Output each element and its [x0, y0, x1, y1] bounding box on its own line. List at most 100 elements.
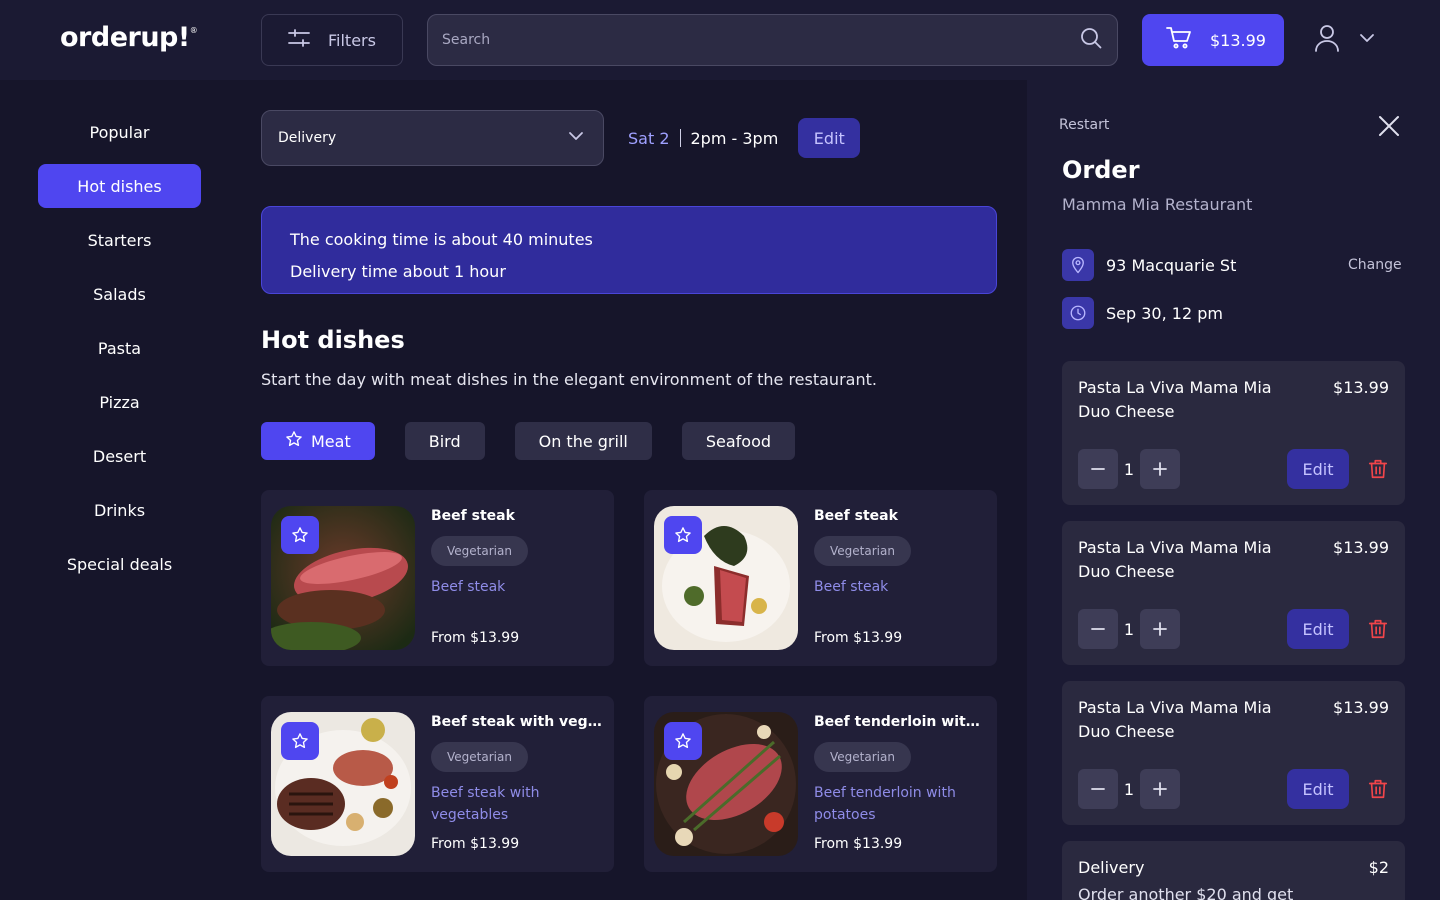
dish-photo [271, 712, 415, 856]
plus-icon [1153, 782, 1167, 796]
favorite-button[interactable] [281, 516, 319, 554]
card-description: Beef steak [814, 579, 889, 595]
minus-icon [1091, 788, 1105, 790]
chip-bird[interactable]: Bird [404, 422, 485, 460]
user-icon[interactable] [1312, 23, 1342, 57]
order-item-name: Pasta La Viva Mama Mia Duo Cheese [1078, 538, 1272, 581]
quantity-stepper: 1 [1078, 769, 1180, 809]
card-title: Beef steak [814, 508, 898, 524]
edit-time-button[interactable]: Edit [798, 118, 861, 158]
cart-total: $13.99 [1210, 30, 1266, 50]
trash-icon[interactable] [1367, 458, 1389, 480]
filters-button[interactable]: Filters [261, 14, 403, 66]
delivery-mode-select[interactable]: Delivery [261, 110, 604, 166]
star-icon [675, 527, 691, 543]
search-box[interactable] [427, 14, 1118, 66]
card-description: Beef steak [431, 579, 506, 595]
sidebar-item-desert[interactable]: Desert [38, 434, 201, 478]
plus-icon [1153, 622, 1167, 636]
dish-photo [271, 506, 415, 650]
decrease-button[interactable] [1078, 769, 1118, 809]
search-icon[interactable] [1079, 26, 1103, 54]
dish-photo [654, 712, 798, 856]
increase-button[interactable] [1140, 609, 1180, 649]
card-price: From $13.99 [431, 630, 520, 646]
cart-button[interactable]: $13.99 [1142, 14, 1284, 66]
card-tag: Vegetarian [431, 536, 528, 566]
order-item-price: $13.99 [1333, 538, 1389, 557]
delivery-fee-title: Delivery [1078, 858, 1145, 877]
minus-icon [1091, 468, 1105, 470]
trash-icon[interactable] [1367, 778, 1389, 800]
chip-on-the-grill[interactable]: On the grill [514, 422, 652, 460]
chip-label: Bird [428, 431, 461, 451]
quantity-stepper: 1 [1078, 609, 1180, 649]
product-card[interactable]: Beef steak Vegetarian Beef steak From $1… [644, 490, 997, 666]
sidebar-item-hot-dishes[interactable]: Hot dishes [38, 164, 201, 208]
location-pin-icon [1062, 249, 1094, 281]
restart-link[interactable]: Restart [1059, 117, 1109, 133]
card-tag: Vegetarian [431, 742, 528, 772]
chip-label: On the grill [538, 431, 628, 451]
sidebar-item-popular[interactable]: Popular [38, 110, 201, 154]
quantity-value: 1 [1123, 619, 1135, 639]
sidebar-item-pizza[interactable]: Pizza [38, 380, 201, 424]
order-item-price: $13.99 [1333, 698, 1389, 717]
edit-item-button[interactable]: Edit [1287, 609, 1349, 649]
filters-label: Filters [328, 30, 376, 50]
favorite-button[interactable] [281, 722, 319, 760]
logo-text: orderup! [60, 22, 190, 53]
product-card[interactable]: Beef steak with vegeta... Vegetarian Bee… [261, 696, 614, 872]
card-title: Beef steak with vegeta... [431, 714, 606, 730]
order-item: Pasta La Viva Mama Mia Duo Cheese $13.99… [1062, 361, 1405, 505]
card-title: Beef steak [431, 508, 515, 524]
delivery-fee-card: Delivery $2 Order another $20 and get [1062, 841, 1405, 900]
clock-icon [1062, 297, 1094, 329]
delivery-address: 93 Macquarie St [1106, 255, 1237, 275]
order-item: Pasta La Viva Mama Mia Duo Cheese $13.99… [1062, 681, 1405, 825]
close-icon[interactable] [1377, 114, 1401, 138]
edit-item-button[interactable]: Edit [1287, 769, 1349, 809]
chip-seafood[interactable]: Seafood [681, 422, 796, 460]
sidebar-item-special-deals[interactable]: Special deals [38, 542, 201, 586]
sliders-icon [288, 28, 310, 52]
datetime-row: Sep 30, 12 pm [1062, 297, 1223, 329]
product-card[interactable]: Beef steak Vegetarian Beef steak From $1… [261, 490, 614, 666]
sidebar-item-drinks[interactable]: Drinks [38, 488, 201, 532]
edit-item-button[interactable]: Edit [1287, 449, 1349, 489]
divider [679, 129, 681, 147]
order-item-name: Pasta La Viva Mama Mia Duo Cheese [1078, 698, 1272, 741]
restaurant-name: Mamma Mia Restaurant [1062, 195, 1253, 214]
chevron-down-icon[interactable] [1358, 29, 1376, 51]
change-address-link[interactable]: Change [1348, 257, 1402, 273]
dish-photo [654, 506, 798, 650]
quantity-stepper: 1 [1078, 449, 1180, 489]
cart-icon [1166, 26, 1192, 54]
decrease-button[interactable] [1078, 449, 1118, 489]
chip-meat[interactable]: Meat [261, 422, 375, 460]
favorite-button[interactable] [664, 516, 702, 554]
section-description: Start the day with meat dishes in the el… [261, 370, 877, 389]
increase-button[interactable] [1140, 769, 1180, 809]
delivery-date: Sat 2 [628, 128, 670, 148]
user-menu[interactable] [1312, 22, 1376, 58]
category-sidebar: Popular Hot dishes Starters Salads Pasta… [38, 110, 201, 596]
delivery-fee-price: $2 [1368, 858, 1389, 877]
trash-icon[interactable] [1367, 618, 1389, 640]
banner-cooking-time: The cooking time is about 40 minutes [290, 230, 593, 249]
favorite-button[interactable] [664, 722, 702, 760]
sidebar-item-pasta[interactable]: Pasta [38, 326, 201, 370]
increase-button[interactable] [1140, 449, 1180, 489]
sidebar-item-starters[interactable]: Starters [38, 218, 201, 262]
product-card[interactable]: Beef tenderloin with p... Vegetarian Bee… [644, 696, 997, 872]
card-price: From $13.99 [814, 836, 903, 852]
search-input[interactable] [442, 32, 1079, 48]
minus-icon [1091, 628, 1105, 630]
sidebar-item-salads[interactable]: Salads [38, 272, 201, 316]
logo[interactable]: orderup!® [60, 22, 198, 53]
decrease-button[interactable] [1078, 609, 1118, 649]
quantity-value: 1 [1123, 779, 1135, 799]
delivery-time-info: Sat 2 2pm - 3pm Edit [628, 118, 861, 158]
subcategory-chips: Meat Bird On the grill Seafood [261, 422, 796, 460]
banner-delivery-time: Delivery time about 1 hour [290, 262, 506, 281]
